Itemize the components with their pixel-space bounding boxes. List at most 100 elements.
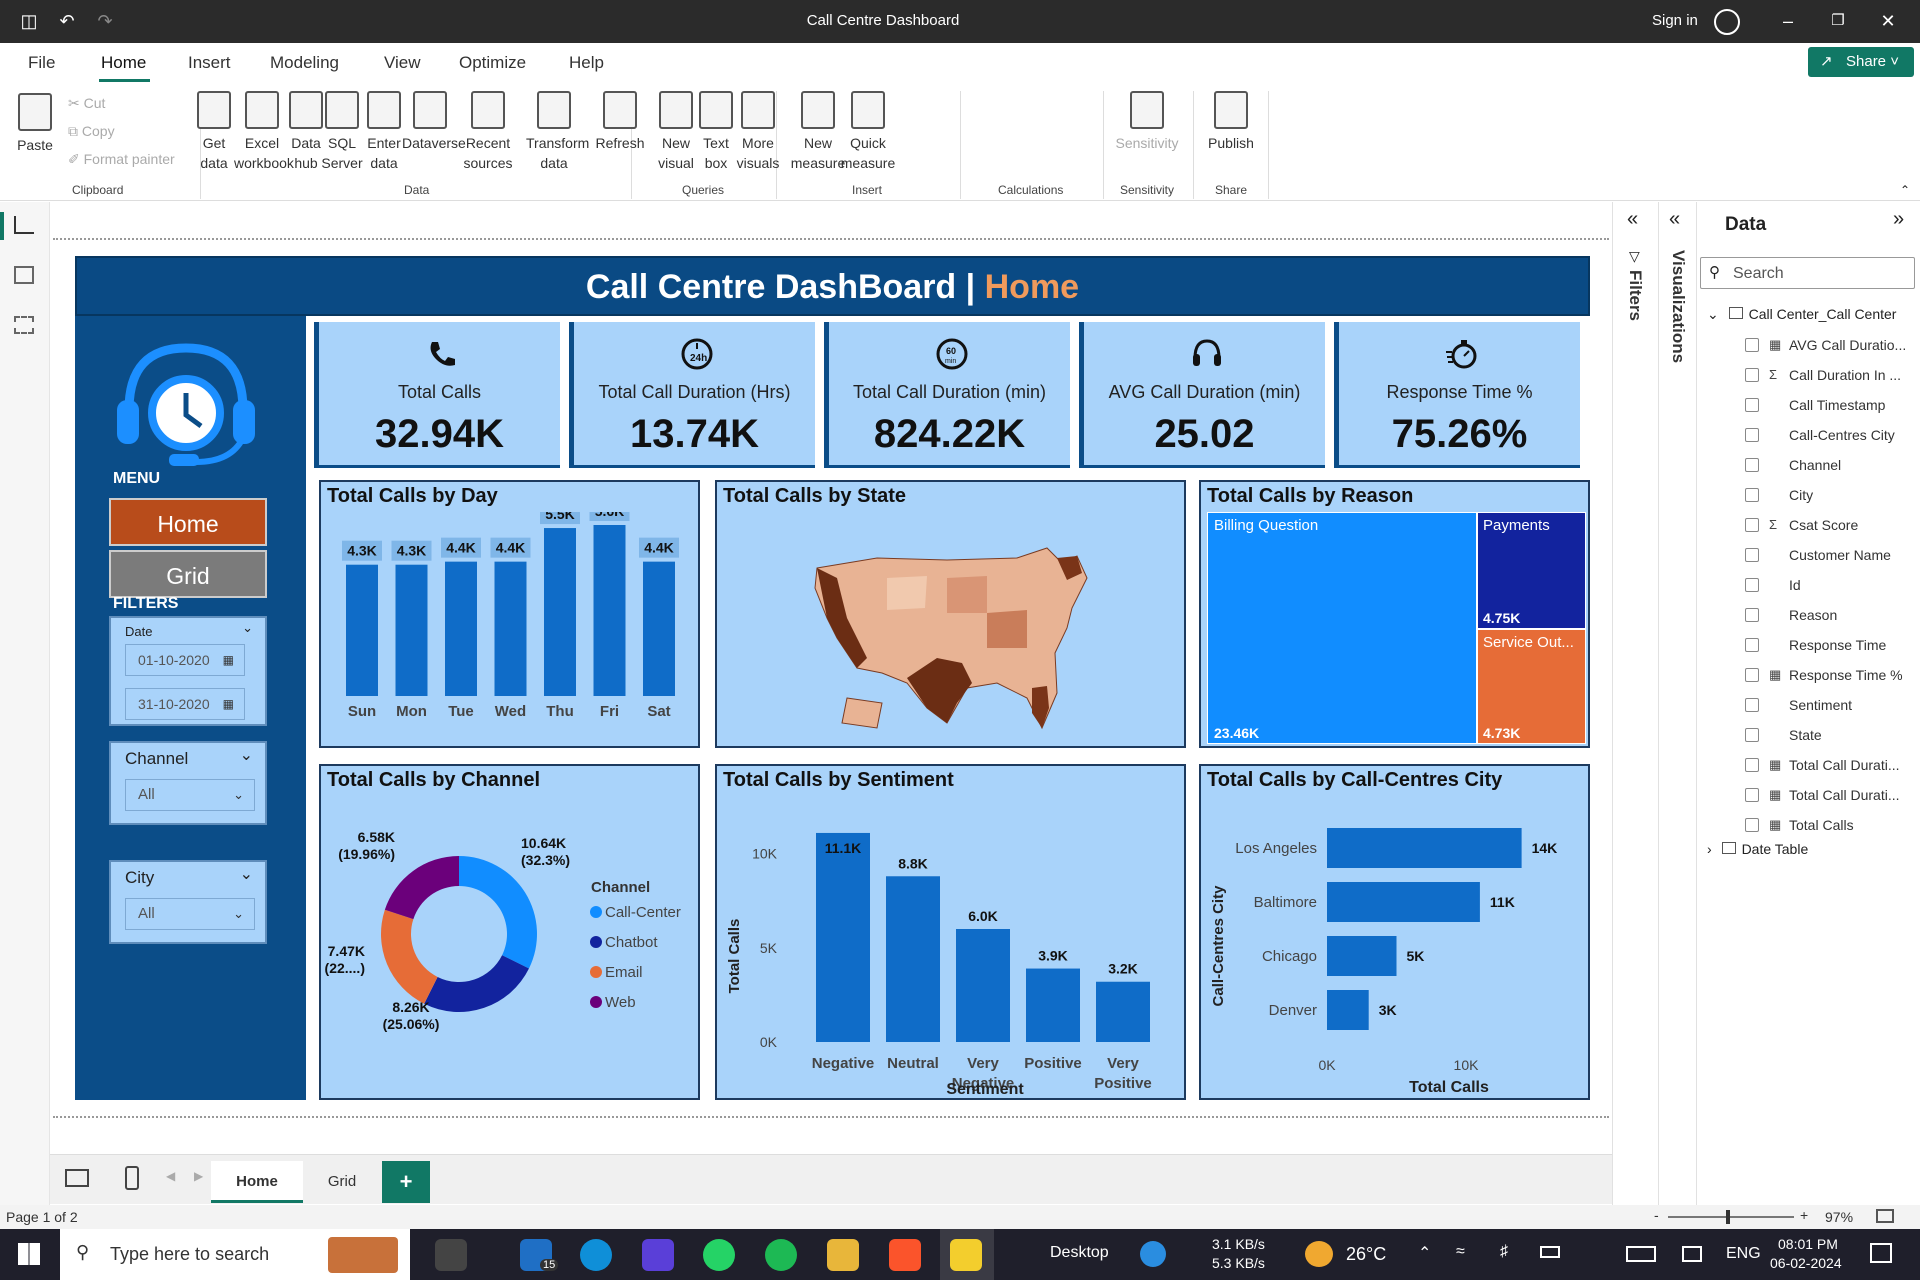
ribbon-more-visuals-button[interactable]: More visuals [730, 91, 786, 173]
data-search-input[interactable]: ⚲ Search [1700, 257, 1915, 289]
date-to-input[interactable]: 31-10-2020 ▦ [125, 688, 245, 720]
field-item[interactable]: Id [1745, 573, 1917, 597]
treemap-tile-service-outage[interactable]: Service Out... 4.73K [1477, 629, 1586, 744]
field-item[interactable]: City [1745, 483, 1917, 507]
field-item[interactable]: State [1745, 723, 1917, 747]
account-icon[interactable] [1714, 9, 1740, 35]
paste-button[interactable]: Paste [12, 93, 58, 155]
field-checkbox[interactable] [1745, 548, 1759, 562]
task-view-icon[interactable] [435, 1239, 467, 1271]
field-checkbox[interactable] [1745, 488, 1759, 502]
field-checkbox[interactable] [1745, 518, 1759, 532]
format-painter-button[interactable]: ✐ Format painter [68, 149, 175, 169]
zoom-in-icon[interactable]: + [1800, 1207, 1808, 1223]
edge-icon[interactable] [580, 1239, 612, 1271]
cut-button[interactable]: ✂ Cut [68, 93, 105, 113]
page-tab-home[interactable]: Home [211, 1161, 303, 1203]
spotify-icon[interactable] [765, 1239, 797, 1271]
visualizations-pane-title[interactable]: Visualizations [1668, 250, 1688, 363]
clock-date[interactable]: 06-02-2024 [1770, 1255, 1842, 1271]
field-item[interactable]: Σ Csat Score [1745, 513, 1917, 537]
chevron-down-icon[interactable]: ⌄ [242, 620, 253, 636]
field-checkbox[interactable] [1745, 398, 1759, 412]
field-item[interactable]: ▦ AVG Call Duratio... [1745, 333, 1917, 357]
field-item[interactable]: ▦ Total Call Durati... [1745, 753, 1917, 777]
chart-calls-by-day[interactable]: Total Calls by Day 4.3K Sun 4.3K Mon 4.4K Tue… [319, 480, 700, 748]
zoom-out-icon[interactable]: - [1654, 1207, 1659, 1223]
chart-calls-by-state[interactable]: Total Calls by State [715, 480, 1186, 748]
clock-time[interactable]: 08:01 PM [1778, 1236, 1838, 1252]
windows-start-icon[interactable] [18, 1243, 40, 1265]
field-item[interactable]: Σ Call Duration In ... [1745, 363, 1917, 387]
page-tab-grid[interactable]: Grid [303, 1161, 381, 1203]
date-from-input[interactable]: 01-10-2020 ▦ [125, 644, 245, 676]
copy-button[interactable]: ⧉ Copy [68, 121, 115, 141]
brave-icon[interactable] [889, 1239, 921, 1271]
ribbon-publish-button[interactable]: Publish [1203, 91, 1259, 153]
field-item[interactable]: Call Timestamp [1745, 393, 1917, 417]
filters-pane-title[interactable]: Filters [1625, 270, 1645, 321]
taskbar-search-box[interactable]: ⚲ Type here to search [60, 1229, 410, 1280]
mobile-layout-icon[interactable] [125, 1166, 139, 1190]
field-checkbox[interactable] [1745, 818, 1759, 832]
ribbon-sensitivity-button[interactable]: Sensitivity [1108, 91, 1186, 153]
field-checkbox[interactable] [1745, 338, 1759, 352]
ribbon-refresh-button[interactable]: Refresh [592, 91, 648, 153]
share-button[interactable]: ↗ Share ˅ [1808, 47, 1914, 77]
report-view-icon[interactable] [14, 216, 34, 234]
ribbon-transform-data-button[interactable]: Transform data [526, 91, 589, 173]
close-icon[interactable]: ✕ [1877, 10, 1899, 32]
collapse-visualizations-icon[interactable]: « [1669, 208, 1680, 231]
volume-icon[interactable]: ♯ [1500, 1243, 1508, 1261]
field-checkbox[interactable] [1745, 428, 1759, 442]
keyboard-icon[interactable] [1626, 1246, 1656, 1262]
field-checkbox[interactable] [1745, 728, 1759, 742]
table-view-icon[interactable] [14, 266, 34, 284]
notifications-icon[interactable] [1870, 1243, 1892, 1263]
menu-home[interactable]: Home [101, 53, 146, 73]
sign-in-link[interactable]: Sign in [1652, 12, 1698, 29]
field-item[interactable]: Sentiment [1745, 693, 1917, 717]
display-icon[interactable] [1682, 1246, 1702, 1262]
desktop-toolbar[interactable]: Desktop [1050, 1244, 1109, 1262]
menu-view[interactable]: View [384, 53, 421, 73]
help-icon[interactable] [1140, 1241, 1166, 1267]
zoom-slider[interactable] [1668, 1216, 1794, 1218]
treemap-tile-payments[interactable]: Payments 4.75K [1477, 512, 1586, 629]
table-date[interactable]: › Date Table [1707, 841, 1808, 857]
zoom-slider-thumb[interactable] [1726, 1210, 1730, 1224]
field-checkbox[interactable] [1745, 668, 1759, 682]
chart-calls-by-reason[interactable]: Total Calls by Reason Billing Question 2… [1199, 480, 1590, 748]
file-explorer-icon[interactable] [827, 1239, 859, 1271]
whatsapp-icon[interactable] [703, 1239, 735, 1271]
field-item[interactable]: ▦ Response Time % [1745, 663, 1917, 687]
language-indicator[interactable]: ENG [1726, 1245, 1761, 1263]
chevron-down-icon[interactable]: ⌄ [240, 864, 253, 884]
table-call-center[interactable]: ⌄ Call Center_Call Center [1707, 306, 1896, 323]
menu-file[interactable]: File [28, 53, 55, 73]
chart-calls-by-sentiment[interactable]: Total Calls by Sentiment Total Calls 0K 5K… [715, 764, 1186, 1100]
ribbon-quick-measure-button[interactable]: Quick measure [840, 91, 896, 173]
field-checkbox[interactable] [1745, 458, 1759, 472]
ribbon-new-measure-button[interactable]: New measure [790, 91, 846, 173]
field-checkbox[interactable] [1745, 578, 1759, 592]
field-checkbox[interactable] [1745, 638, 1759, 652]
field-checkbox[interactable] [1745, 758, 1759, 772]
chart-calls-by-city[interactable]: Total Calls by Call-Centres City Call-Ce… [1199, 764, 1590, 1100]
fit-to-page-icon[interactable] [1876, 1209, 1894, 1223]
next-page-icon[interactable]: ▶ [194, 1169, 203, 1183]
field-checkbox[interactable] [1745, 368, 1759, 382]
chart-calls-by-channel[interactable]: Total Calls by Channel 10.64K (32.3%) 8.26… [319, 764, 700, 1100]
add-page-button[interactable]: + [382, 1161, 430, 1203]
copilot-icon[interactable] [642, 1239, 674, 1271]
field-item[interactable]: Reason [1745, 603, 1917, 627]
menu-insert[interactable]: Insert [188, 53, 231, 73]
model-view-icon[interactable] [14, 316, 34, 334]
field-item[interactable]: Call-Centres City [1745, 423, 1917, 447]
collapse-filters-icon[interactable]: « [1627, 208, 1638, 231]
treemap-tile-billing[interactable]: Billing Question 23.46K [1207, 512, 1477, 744]
ribbon-dataverse-button[interactable]: Dataverse [402, 91, 466, 153]
field-item[interactable]: Channel [1745, 453, 1917, 477]
collapse-ribbon-icon[interactable]: ⌃ [1900, 183, 1910, 197]
city-dropdown[interactable]: All ⌄ [125, 898, 255, 930]
